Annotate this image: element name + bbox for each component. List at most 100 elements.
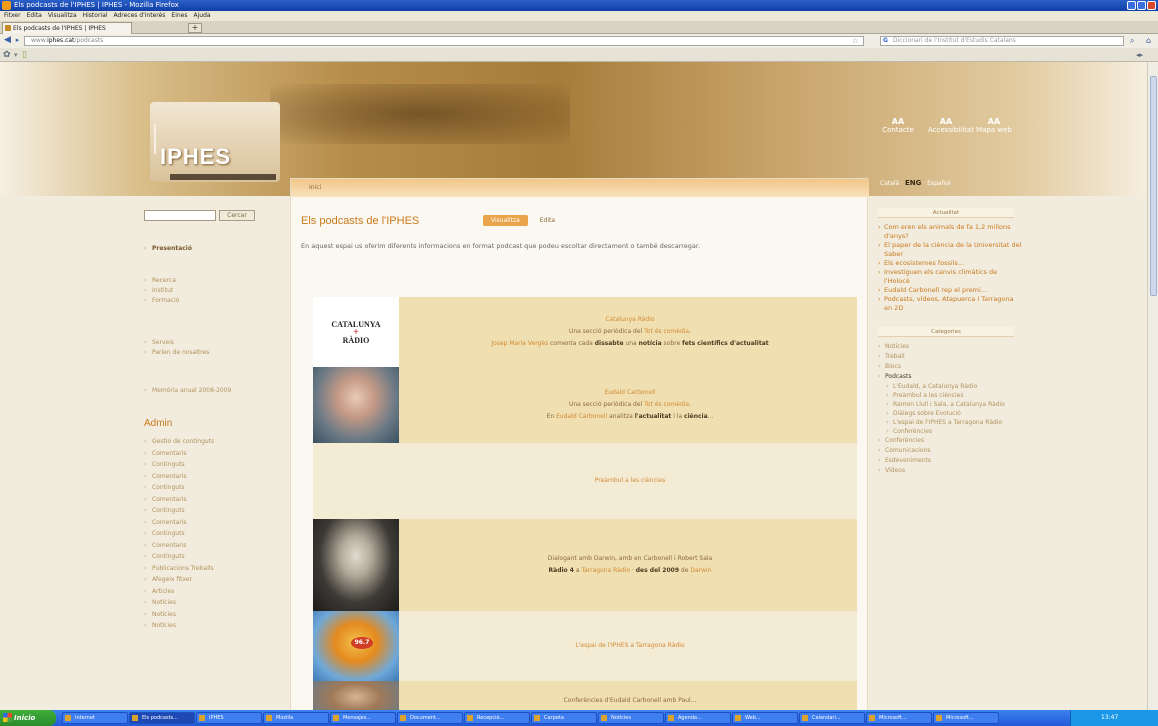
close-icon[interactable] xyxy=(1147,1,1156,10)
news-item[interactable]: Eudald Carbonell rep el premi... xyxy=(878,286,1022,295)
banner-link-sitemap[interactable]: AA Mapa web xyxy=(976,118,1012,135)
subcategory-item[interactable]: Diàlegs sobre Evolució xyxy=(878,409,1028,418)
taskbar-button[interactable]: Internet xyxy=(62,712,128,724)
nav-item[interactable]: Formació xyxy=(144,296,179,306)
taskbar-button[interactable]: IPHES xyxy=(196,712,262,724)
admin-item[interactable]: Continguts xyxy=(144,482,214,494)
new-tab-button[interactable]: + xyxy=(188,23,202,33)
podcast-item[interactable]: Eudald Carbonell Una secció periòdica del… xyxy=(313,367,857,443)
menu-help[interactable]: Ajuda xyxy=(194,11,211,21)
news-item[interactable]: El paper de la ciència de la Universitat… xyxy=(878,241,1022,259)
podcast-item[interactable]: Conferències d'Eudald Carbonell amb Paul… xyxy=(313,681,857,710)
admin-item[interactable]: Continguts xyxy=(144,505,214,517)
podcast-item[interactable]: CATALUNYA + RÀDIO Catalunya Ràdio Una sec… xyxy=(313,297,857,367)
menu-view[interactable]: Visualitza xyxy=(48,11,77,21)
taskbar-button[interactable]: Notícies xyxy=(598,712,664,724)
podcast-link[interactable]: Tot és comèdia xyxy=(644,328,689,335)
subcategory-item[interactable]: Conferències xyxy=(878,427,1028,436)
menu-bookmarks[interactable]: Adreces d'interès xyxy=(113,11,165,21)
category-item[interactable]: Notícies xyxy=(878,342,1028,352)
url-bar[interactable]: www.iphes.cat/podcasts xyxy=(24,36,864,46)
nav-item[interactable]: Serveis xyxy=(144,338,209,348)
news-item[interactable]: Investiguen els canvis climàtics de l'Ho… xyxy=(878,268,1022,286)
podcast-link[interactable]: Tot és comèdia xyxy=(644,401,689,408)
category-item[interactable]: Comunicacions xyxy=(878,446,1028,456)
subcategory-item[interactable]: L'espai de l'IPHES a Tarragona Ràdio xyxy=(878,418,1028,427)
admin-item[interactable]: Notícies xyxy=(144,620,214,632)
admin-item[interactable]: Comentaris xyxy=(144,471,214,483)
podcast-link[interactable]: Josep Maria Vergès xyxy=(491,340,548,347)
site-logo[interactable]: IPHES xyxy=(160,144,231,170)
category-item[interactable]: Treball xyxy=(878,352,1028,362)
taskbar-button[interactable]: Mensajes... xyxy=(330,712,396,724)
minimize-icon[interactable] xyxy=(1127,1,1136,10)
nav-item[interactable]: Parlen de nosaltres xyxy=(144,348,209,358)
taskbar-button[interactable]: Calendari... xyxy=(799,712,865,724)
admin-item[interactable]: Notícies xyxy=(144,597,214,609)
nav-item[interactable]: Recerca xyxy=(144,276,179,286)
start-button[interactable]: Inicio xyxy=(0,710,56,726)
taskbar-button[interactable]: Recepció... xyxy=(464,712,530,724)
admin-item[interactable]: Articles xyxy=(144,586,214,598)
menu-tools[interactable]: Eines xyxy=(171,11,187,21)
admin-item[interactable]: Comentaris xyxy=(144,540,214,552)
taskbar-button[interactable]: Microsoft... xyxy=(866,712,932,724)
tab-view[interactable]: Visualitza xyxy=(483,215,528,226)
admin-item[interactable]: Continguts xyxy=(144,528,214,540)
category-item[interactable]: Conferències xyxy=(878,436,1028,446)
search-engine-icon[interactable]: G xyxy=(883,37,888,45)
news-item[interactable]: Els ecosistemes fossils... xyxy=(878,259,1022,268)
news-item[interactable]: Com eren els animals de fa 1,2 milions d… xyxy=(878,223,1022,241)
podcast-link[interactable]: Tarragona Ràdio xyxy=(581,567,630,574)
scrollbar-thumb[interactable] xyxy=(1150,76,1157,296)
admin-item[interactable]: Gestió de continguts xyxy=(144,436,214,448)
podcast-link[interactable]: L'espai de l'IPHES a Tarragona Ràdio xyxy=(575,642,684,649)
admin-item[interactable]: Continguts xyxy=(144,459,214,471)
category-item[interactable]: Podcasts xyxy=(878,372,1028,382)
toolbar-menu-icon[interactable]: ◂▸ xyxy=(1136,50,1143,60)
admin-item[interactable]: Continguts xyxy=(144,551,214,563)
menu-edit[interactable]: Edita xyxy=(27,11,42,21)
subcategory-item[interactable]: Ramon Llull i Sala, a Catalunya Ràdio xyxy=(878,400,1028,409)
taskbar-button[interactable]: Mozilla xyxy=(263,712,329,724)
addon-icon[interactable]: ✿ xyxy=(3,50,11,60)
forward-arrow-icon[interactable]: ▸ xyxy=(12,35,23,46)
taskbar-button[interactable]: Carpeta xyxy=(531,712,597,724)
lang-post[interactable]: · Español xyxy=(921,180,950,187)
dropdown-icon[interactable]: ▾ xyxy=(14,50,18,60)
category-item[interactable]: Esdeveniments xyxy=(878,456,1028,466)
category-item[interactable]: Vídeos xyxy=(878,466,1028,476)
lang-pre[interactable]: Català · xyxy=(880,180,905,187)
podcast-link[interactable]: Catalunya Ràdio xyxy=(605,316,654,323)
maximize-icon[interactable] xyxy=(1137,1,1146,10)
bookmark-star-icon[interactable]: ☆ xyxy=(852,37,858,45)
browser-tab[interactable]: Els podcasts de l'IPHES | IPHES xyxy=(2,22,132,34)
site-search-button[interactable]: Cercar xyxy=(219,210,255,221)
banner-link-contact[interactable]: AA Contacte xyxy=(880,118,916,135)
subcategory-item[interactable]: Preàmbul a les ciències xyxy=(878,391,1028,400)
admin-item[interactable]: Afegeix fitxer xyxy=(144,574,214,586)
taskbar-button[interactable]: Microsoft... xyxy=(933,712,999,724)
taskbar-button[interactable]: Web... xyxy=(732,712,798,724)
admin-item[interactable]: Comentaris xyxy=(144,448,214,460)
podcast-item[interactable]: Dialogant amb Darwin, amb en Carbonell i… xyxy=(313,519,857,611)
admin-item[interactable]: Comentaris xyxy=(144,494,214,506)
lang-active[interactable]: ENG xyxy=(905,179,921,187)
page-icon[interactable]: ▯ xyxy=(22,50,27,60)
tab-edit[interactable]: Edita xyxy=(532,215,563,226)
menu-file[interactable]: Fitxer xyxy=(4,11,21,21)
search-go-icon[interactable]: ⌕ xyxy=(1130,36,1134,46)
podcast-item[interactable]: 96.7 L'espai de l'IPHES a Tarragona Ràdi… xyxy=(313,611,857,681)
admin-item[interactable]: Comentaris xyxy=(144,517,214,529)
nav-item[interactable]: Institut xyxy=(144,286,179,296)
news-item[interactable]: Podcasts, vídeos, Atapuerca i Tarragona … xyxy=(878,295,1022,313)
page-scrollbar[interactable] xyxy=(1147,62,1158,710)
admin-item[interactable]: Notícies xyxy=(144,609,214,621)
taskbar-button[interactable]: Document... xyxy=(397,712,463,724)
site-search-input[interactable] xyxy=(144,210,216,221)
menu-history[interactable]: Historial xyxy=(83,11,108,21)
podcast-link[interactable]: Darwin xyxy=(690,567,711,574)
subcategory-item[interactable]: L'Eudald, a Catalunya Ràdio xyxy=(878,382,1028,391)
nav-item-presentation[interactable]: Presentació xyxy=(144,244,192,254)
podcast-link[interactable]: Eudald Carbonell xyxy=(604,389,655,396)
